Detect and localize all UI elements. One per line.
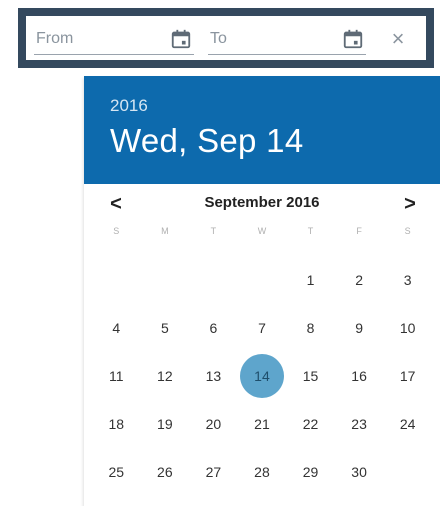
day-cell[interactable]: 2 <box>335 256 384 304</box>
day-number: 2 <box>355 272 363 288</box>
month-label: September 2016 <box>204 194 320 211</box>
next-month-button[interactable]: > <box>398 192 422 216</box>
date-range-field: From To × <box>26 16 426 60</box>
day-cell[interactable]: 19 <box>141 400 190 448</box>
weekday-label: T <box>307 226 314 236</box>
day-cell[interactable]: 20 <box>189 400 238 448</box>
day-number: 24 <box>399 416 416 432</box>
day-number: 6 <box>209 320 218 336</box>
day-cell[interactable]: 12 <box>141 352 190 400</box>
calendar-week-row: 1 2 3 <box>92 256 432 304</box>
datepicker-header: 2016 Wed, Sep 14 <box>84 76 440 184</box>
from-date-input[interactable]: From <box>34 26 194 55</box>
day-number: 1 <box>306 272 315 288</box>
day-cell[interactable]: 10 <box>383 304 432 352</box>
day-number: 12 <box>157 368 173 384</box>
day-cell[interactable]: 22 <box>286 400 335 448</box>
weekday-label: W <box>257 226 267 236</box>
day-number: 13 <box>205 368 222 384</box>
weekday-label: M <box>161 226 169 236</box>
day-number: 9 <box>355 320 363 336</box>
day-cell[interactable]: 5 <box>141 304 190 352</box>
from-placeholder: From <box>36 30 74 47</box>
day-number: 26 <box>157 464 173 480</box>
day-number: 5 <box>160 320 169 336</box>
empty-day-cell <box>92 256 141 304</box>
day-number: 29 <box>302 464 319 480</box>
day-cell[interactable]: 29 <box>286 448 335 496</box>
selected-day-cell[interactable]: 14 <box>238 352 287 400</box>
day-cell[interactable]: 27 <box>189 448 238 496</box>
weekday-label: S <box>404 226 411 236</box>
weekday-label: S <box>113 226 120 236</box>
day-number: 7 <box>258 320 266 336</box>
calendar-week-row: 25 26 27 28 29 30 <box>92 448 432 496</box>
day-number: 15 <box>302 368 319 384</box>
day-cell[interactable]: 7 <box>238 304 287 352</box>
empty-day-cell <box>383 448 432 496</box>
weekday-label: F <box>356 226 362 236</box>
day-number: 30 <box>351 464 367 480</box>
calendar-grid: 1 2 3 4 5 6 7 8 9 10 11 12 13 14 15 16 17 18 19 20 21 22 23 24 2… <box>92 256 432 496</box>
day-number: 19 <box>157 416 173 432</box>
date-range-bar: From To × <box>18 8 434 68</box>
calendar-week-row: 18 19 20 21 22 23 24 <box>92 400 432 448</box>
day-number: 28 <box>254 464 270 480</box>
day-cell[interactable]: 13 <box>189 352 238 400</box>
calendar-week-row: 4 5 6 7 8 9 10 <box>92 304 432 352</box>
day-number: 10 <box>399 320 416 336</box>
day-cell[interactable]: 26 <box>141 448 190 496</box>
month-navigation: < September 2016 > <box>84 184 440 224</box>
day-number: 16 <box>351 368 367 384</box>
day-number: 23 <box>351 416 367 432</box>
day-cell[interactable]: 1 <box>286 256 335 304</box>
day-cell[interactable]: 24 <box>383 400 432 448</box>
empty-day-cell <box>189 256 238 304</box>
day-cell[interactable]: 17 <box>383 352 432 400</box>
day-number: 8 <box>306 320 315 336</box>
day-cell[interactable]: 15 <box>286 352 335 400</box>
day-cell[interactable]: 8 <box>286 304 335 352</box>
datepicker-popup: 2016 Wed, Sep 14 < September 2016 > S M … <box>84 76 440 506</box>
clear-icon[interactable]: × <box>386 27 410 51</box>
day-number: 21 <box>254 416 270 432</box>
to-date-input[interactable]: To <box>208 26 366 55</box>
day-cell[interactable]: 28 <box>238 448 287 496</box>
day-cell[interactable]: 21 <box>238 400 287 448</box>
day-cell[interactable]: 3 <box>383 256 432 304</box>
calendar-icon[interactable] <box>342 28 364 50</box>
day-cell[interactable]: 11 <box>92 352 141 400</box>
day-cell[interactable]: 6 <box>189 304 238 352</box>
day-cell[interactable]: 30 <box>335 448 384 496</box>
weekday-label: T <box>210 226 217 236</box>
day-cell[interactable]: 23 <box>335 400 384 448</box>
selected-year[interactable]: 2016 <box>110 96 148 116</box>
calendar-week-row: 11 12 13 14 15 16 17 <box>92 352 432 400</box>
day-number: 14 <box>254 368 270 384</box>
day-number: 27 <box>205 464 222 480</box>
day-number: 20 <box>205 416 222 432</box>
day-cell[interactable]: 18 <box>92 400 141 448</box>
day-number: 18 <box>108 416 125 432</box>
selected-date: Wed, Sep 14 <box>110 122 304 159</box>
day-cell[interactable]: 16 <box>335 352 384 400</box>
day-cell[interactable]: 4 <box>92 304 141 352</box>
weekday-header: S M T W T F S <box>92 226 432 240</box>
day-number: 22 <box>302 416 319 432</box>
empty-day-cell <box>141 256 190 304</box>
day-cell[interactable]: 25 <box>92 448 141 496</box>
day-cell[interactable]: 9 <box>335 304 384 352</box>
calendar-icon[interactable] <box>170 28 192 50</box>
day-number: 11 <box>109 368 124 384</box>
day-number: 3 <box>403 272 412 288</box>
to-placeholder: To <box>210 30 227 47</box>
day-number: 25 <box>108 464 125 480</box>
day-number: 4 <box>112 320 121 336</box>
empty-day-cell <box>238 256 287 304</box>
day-number: 17 <box>399 368 416 384</box>
